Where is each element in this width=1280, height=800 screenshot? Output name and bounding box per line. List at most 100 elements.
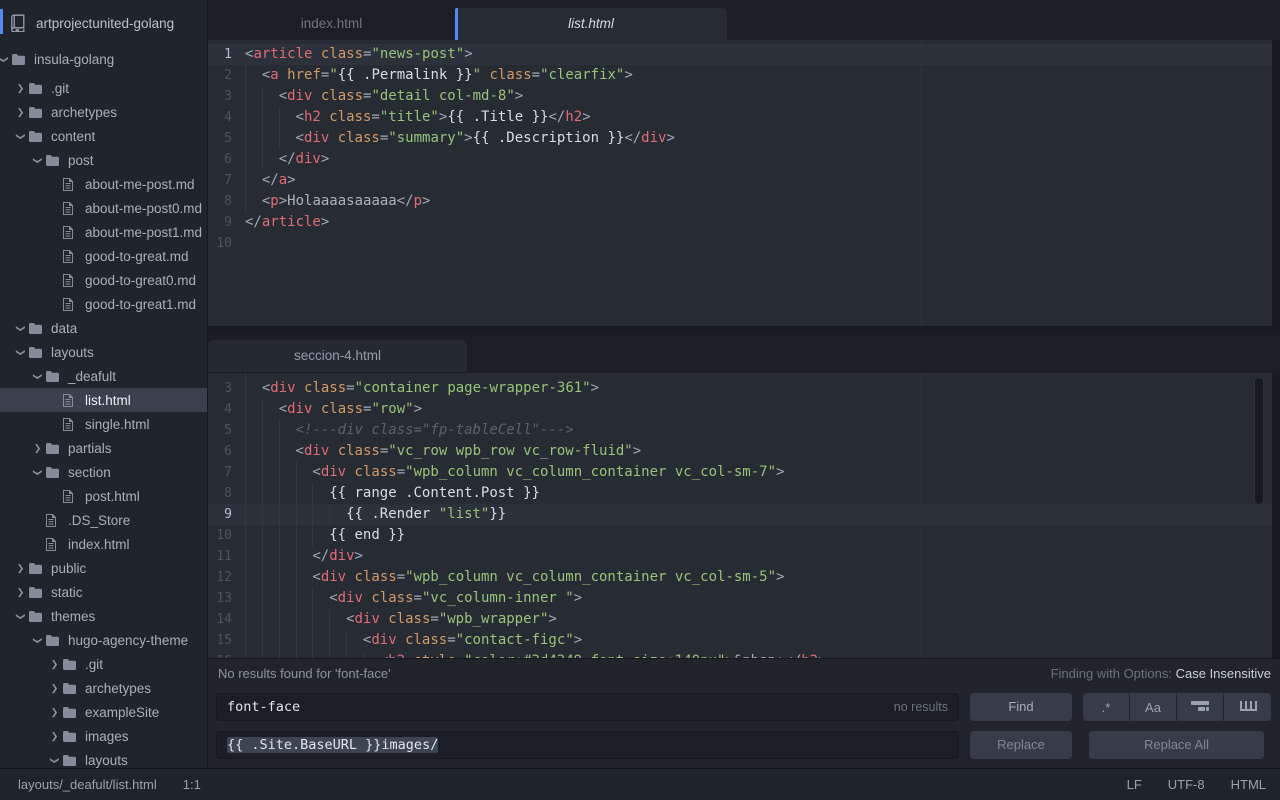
- indent-guide: [245, 65, 262, 86]
- tree-item-archetypes[interactable]: ❯archetypes: [0, 100, 207, 124]
- tree-item-about-me-post.md[interactable]: about-me-post.md: [0, 172, 207, 196]
- indent-guide: [279, 588, 296, 609]
- file-icon: [45, 513, 62, 528]
- tree-item-.git[interactable]: ❯.git: [0, 652, 207, 676]
- code-line[interactable]: 6</div>: [208, 149, 1272, 170]
- find-result-message: No results found for 'font-face': [218, 666, 391, 681]
- code-text: <div class="contact-figc">: [245, 630, 582, 651]
- tree-item-about-me-post0.md[interactable]: about-me-post0.md: [0, 196, 207, 220]
- tree-item-layouts[interactable]: ❯layouts: [0, 748, 207, 768]
- tree-item-archetypes[interactable]: ❯archetypes: [0, 676, 207, 700]
- regex-option-button[interactable]: .*: [1083, 693, 1130, 721]
- folder-icon: [45, 370, 62, 383]
- code-line[interactable]: 13<div class="vc_column-inner ">: [208, 588, 1272, 609]
- tree-item-themes[interactable]: ❯themes: [0, 604, 207, 628]
- code-line[interactable]: 15 <div class="contact-figc">: [208, 630, 1272, 651]
- tree-item-images[interactable]: ❯images: [0, 724, 207, 748]
- folder-icon: [28, 130, 45, 143]
- code-line[interactable]: 4<div class="row">: [208, 399, 1272, 420]
- find-input[interactable]: font-face no results: [216, 693, 959, 721]
- tree-item-good-to-great0.md[interactable]: good-to-great0.md: [0, 268, 207, 292]
- code-line[interactable]: 7<div class="wpb_column vc_column_contai…: [208, 462, 1272, 483]
- in-selection-option-button[interactable]: [1177, 693, 1224, 721]
- code-line[interactable]: 4<h2 class="title">{{ .Title }}</h2>: [208, 107, 1272, 128]
- replace-all-button[interactable]: Replace All: [1089, 731, 1264, 759]
- indent-guide: [312, 588, 329, 609]
- tree-item-.git[interactable]: ❯.git: [0, 76, 207, 100]
- replace-input[interactable]: {{ .Site.BaseURL }}images/: [216, 731, 959, 759]
- code-line[interactable]: 6<div class="vc_row wpb_row vc_row-fluid…: [208, 441, 1272, 462]
- indent-guide: [296, 462, 313, 483]
- line-number: 12: [208, 567, 232, 588]
- status-cursor-position[interactable]: 1:1: [183, 777, 201, 792]
- code-line[interactable]: 1<article class="news-post">: [208, 44, 1272, 65]
- top-editor[interactable]: 1<article class="news-post">2<a href="{{…: [208, 40, 1272, 326]
- code-line[interactable]: 3<div class="detail col-md-8">: [208, 86, 1272, 107]
- indent-guide: [245, 149, 262, 170]
- code-line[interactable]: 16<h2 style="color:#3d4349 font-size:140…: [208, 651, 1272, 658]
- tree-item-list.html[interactable]: list.html: [0, 388, 207, 412]
- find-button[interactable]: Find: [970, 693, 1072, 721]
- bottom-editor[interactable]: <section id="services" class="services">…: [208, 373, 1272, 658]
- code-text: <div class="row">: [245, 399, 422, 420]
- replace-button[interactable]: Replace: [970, 731, 1072, 759]
- code-line[interactable]: 12<div class="wpb_column vc_column_conta…: [208, 567, 1272, 588]
- code-line[interactable]: 5<div class="summary">{{ .Description }}…: [208, 128, 1272, 149]
- tree-item-index.html[interactable]: index.html: [0, 532, 207, 556]
- code-line[interactable]: 7</a>: [208, 170, 1272, 191]
- code-line[interactable]: 9</article>: [208, 212, 1272, 233]
- tree-item-label: about-me-post1.md: [85, 225, 202, 240]
- status-line-ending[interactable]: LF: [1127, 777, 1142, 792]
- chevron-down-icon: ❯: [32, 633, 43, 648]
- code-text: <div class="wpb_column vc_column_contain…: [245, 462, 784, 483]
- code-line[interactable]: 9{{ .Render "list"}}: [208, 504, 1272, 525]
- tree-item-layouts[interactable]: ❯layouts: [0, 340, 207, 364]
- tree-item-partials[interactable]: ❯partials: [0, 436, 207, 460]
- tree-item-content[interactable]: ❯content: [0, 124, 207, 148]
- code-line[interactable]: 11</div>: [208, 546, 1272, 567]
- indent-guide: [245, 609, 262, 630]
- tree-item-good-to-great1.md[interactable]: good-to-great1.md: [0, 292, 207, 316]
- code-line[interactable]: 14<div class="wpb_wrapper">: [208, 609, 1272, 630]
- code-line[interactable]: 2<a href="{{ .Permalink }}" class="clear…: [208, 65, 1272, 86]
- tree-item-single.html[interactable]: single.html: [0, 412, 207, 436]
- tree-item-section[interactable]: ❯section: [0, 460, 207, 484]
- status-grammar[interactable]: HTML: [1231, 777, 1266, 792]
- tree-item-label: .DS_Store: [68, 513, 130, 528]
- case-sensitive-option-button[interactable]: Aa: [1130, 693, 1177, 721]
- tree-item-public[interactable]: ❯public: [0, 556, 207, 580]
- code-line[interactable]: 8{{ range .Content.Post }}: [208, 483, 1272, 504]
- tab-index.html[interactable]: index.html: [208, 8, 455, 40]
- indent-guide: [245, 378, 262, 399]
- tree-item-label: images: [85, 729, 129, 744]
- code-text: <div class="summary">{{ .Description }}<…: [245, 128, 675, 149]
- tree-item-about-me-post1.md[interactable]: about-me-post1.md: [0, 220, 207, 244]
- tree-item-data[interactable]: ❯data: [0, 316, 207, 340]
- project-root-header[interactable]: artprojectunited-golang: [0, 0, 207, 46]
- code-line[interactable]: 3<div class="container page-wrapper-361"…: [208, 378, 1272, 399]
- tab-seccion-4.html[interactable]: seccion-4.html: [208, 340, 467, 372]
- tree-item-static[interactable]: ❯static: [0, 580, 207, 604]
- tree-item-post.html[interactable]: post.html: [0, 484, 207, 508]
- tree-item-post[interactable]: ❯post: [0, 148, 207, 172]
- vertical-scrollbar-thumb[interactable]: [1254, 377, 1264, 505]
- tree-item-.DS_Store[interactable]: .DS_Store: [0, 508, 207, 532]
- code-line[interactable]: 10{{ end }}: [208, 525, 1272, 546]
- line-number: 15: [208, 630, 232, 651]
- whole-word-option-button[interactable]: [1224, 693, 1271, 721]
- status-encoding[interactable]: UTF-8: [1168, 777, 1205, 792]
- code-line[interactable]: 8<p>Holaaaasaaaaa</p>: [208, 191, 1272, 212]
- tree-item-_deafult[interactable]: ❯_deafult: [0, 364, 207, 388]
- indent-guide: [245, 546, 262, 567]
- tree-item-hugo-agency-theme[interactable]: ❯hugo-agency-theme: [0, 628, 207, 652]
- folder-icon: [45, 442, 62, 455]
- indent-guide: [262, 567, 279, 588]
- indent-guide: [296, 609, 313, 630]
- tree-item-exampleSite[interactable]: ❯exampleSite: [0, 700, 207, 724]
- tree-item-good-to-great.md[interactable]: good-to-great.md: [0, 244, 207, 268]
- tab-list.html[interactable]: list.html: [455, 8, 727, 40]
- code-line[interactable]: 5<!---div class="fp-tableCell"--->: [208, 420, 1272, 441]
- code-line[interactable]: 10: [208, 233, 1272, 254]
- tree-item-insula-golang[interactable]: ❯insula-golang: [0, 47, 207, 71]
- indent-guide: [245, 588, 262, 609]
